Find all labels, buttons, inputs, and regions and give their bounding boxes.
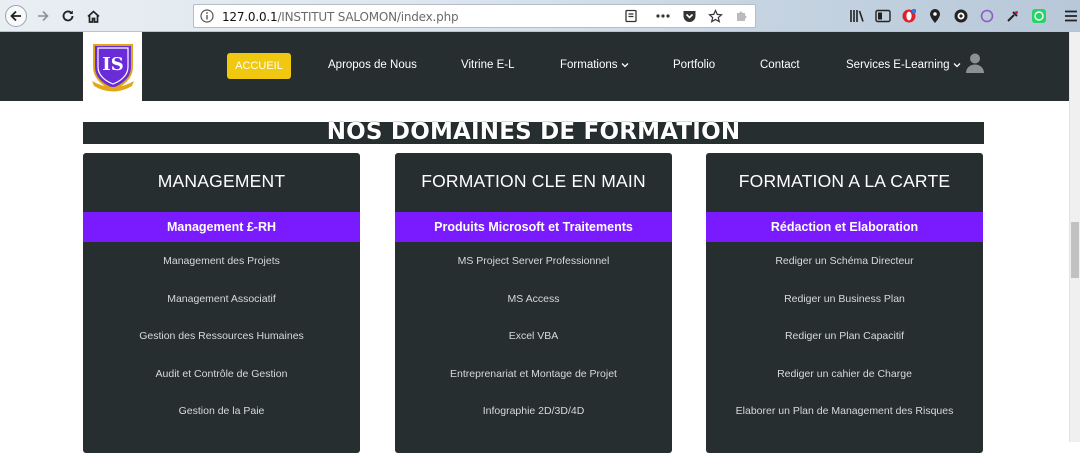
bookmark-star-icon[interactable] [707, 8, 723, 24]
card-management: MANAGEMENT Management £-RH Management de… [83, 153, 360, 453]
list-item[interactable]: Management Associatif [83, 292, 360, 330]
card-list: Rediger un Schéma Directeur Rediger un B… [706, 254, 983, 442]
browser-toolbar: 127.0.0.1/INSTITUT SALOMON/index.php [0, 0, 1080, 32]
site-logo[interactable]: IS [83, 32, 142, 101]
url-path: /INSTITUT SALOMON/index.php [277, 10, 459, 24]
url-bar[interactable]: 127.0.0.1/INSTITUT SALOMON/index.php [193, 4, 756, 28]
extension-icon[interactable] [952, 7, 970, 25]
whatsapp-icon[interactable] [1030, 7, 1048, 25]
nav-formations[interactable]: Formations [560, 59, 629, 71]
nav-apropos[interactable]: Apropos de Nous [328, 59, 417, 71]
chevron-down-icon [953, 59, 961, 71]
card-subtitle: Management £-RH [83, 212, 360, 242]
card-title: FORMATION CLE EN MAIN [421, 171, 646, 191]
list-item[interactable]: Excel VBA [395, 329, 672, 367]
user-icon[interactable] [965, 52, 985, 79]
chevron-down-icon [621, 59, 629, 71]
reader-view-icon[interactable] [623, 8, 639, 24]
list-item[interactable]: Rediger un Schéma Directeur [706, 254, 983, 292]
card-title: MANAGEMENT [157, 171, 286, 191]
opera-icon[interactable] [900, 7, 918, 25]
home-icon[interactable] [82, 5, 104, 27]
list-item[interactable]: Elaborer un Plan de Management des Risqu… [706, 404, 983, 442]
list-item[interactable]: Rediger un cahier de Charge [706, 367, 983, 405]
nav-formations-label: Formations [560, 59, 618, 71]
extension-icon[interactable] [733, 8, 749, 24]
nav-contact[interactable]: Contact [760, 59, 800, 71]
back-icon[interactable] [5, 5, 27, 27]
menu-icon[interactable] [1062, 7, 1080, 25]
nav-services-label: Services E-Learning [846, 59, 950, 71]
card-formation-cle-en-main: FORMATION CLE EN MAIN Produits Microsoft… [395, 153, 672, 453]
library-icon[interactable] [848, 7, 866, 25]
site-header: IS ACCUEIL Apropos de Nous Vitrine E-L F… [0, 32, 1069, 101]
card-list: Management des Projets Management Associ… [83, 254, 360, 442]
list-item[interactable]: Management des Projets [83, 254, 360, 292]
list-item[interactable]: Rediger un Business Plan [706, 292, 983, 330]
url-host: 127.0.0.1 [222, 10, 278, 24]
section-title: NOS DOMAINES DE FORMATION [326, 119, 741, 145]
list-item[interactable]: Gestion de la Paie [83, 404, 360, 442]
list-item[interactable]: Audit et Contrôle de Gestion [83, 367, 360, 405]
list-item[interactable]: Entreprenariat et Montage de Projet [395, 367, 672, 405]
card-title: FORMATION A LA CARTE [738, 171, 951, 191]
url-text[interactable]: 127.0.0.1/INSTITUT SALOMON/index.php [222, 10, 459, 24]
info-icon[interactable] [200, 9, 214, 28]
card-subtitle: Rédaction et Elaboration [706, 212, 983, 242]
pocket-icon[interactable] [681, 8, 697, 24]
extension-icon[interactable] [978, 7, 996, 25]
list-item[interactable]: Gestion des Ressources Humaines [83, 329, 360, 367]
list-item[interactable]: Infographie 2D/3D/4D [395, 404, 672, 442]
list-item[interactable]: MS Project Server Professionnel [395, 254, 672, 292]
nav-services[interactable]: Services E-Learning [846, 59, 961, 71]
nav-vitrine[interactable]: Vitrine E-L [461, 59, 514, 71]
reload-icon[interactable] [57, 5, 79, 27]
extension-icon[interactable] [1004, 7, 1022, 25]
list-item[interactable]: Rediger un Plan Capacitif [706, 329, 983, 367]
forward-icon[interactable] [32, 5, 54, 27]
card-list: MS Project Server Professionnel MS Acces… [395, 254, 672, 442]
list-item[interactable]: MS Access [395, 292, 672, 330]
nav-accueil[interactable]: ACCUEIL [227, 53, 291, 79]
scrollbar-thumb[interactable] [1071, 222, 1079, 278]
sidebar-icon[interactable] [874, 7, 892, 25]
nav-portfolio[interactable]: Portfolio [673, 59, 715, 71]
logo-letters: IS [102, 54, 123, 75]
card-formation-a-la-carte: FORMATION A LA CARTE Rédaction et Elabor… [706, 153, 983, 453]
card-subtitle: Produits Microsoft et Traitements [395, 212, 672, 242]
more-icon[interactable] [655, 8, 671, 24]
location-icon[interactable] [926, 7, 944, 25]
logo-emblem: IS [91, 43, 134, 91]
